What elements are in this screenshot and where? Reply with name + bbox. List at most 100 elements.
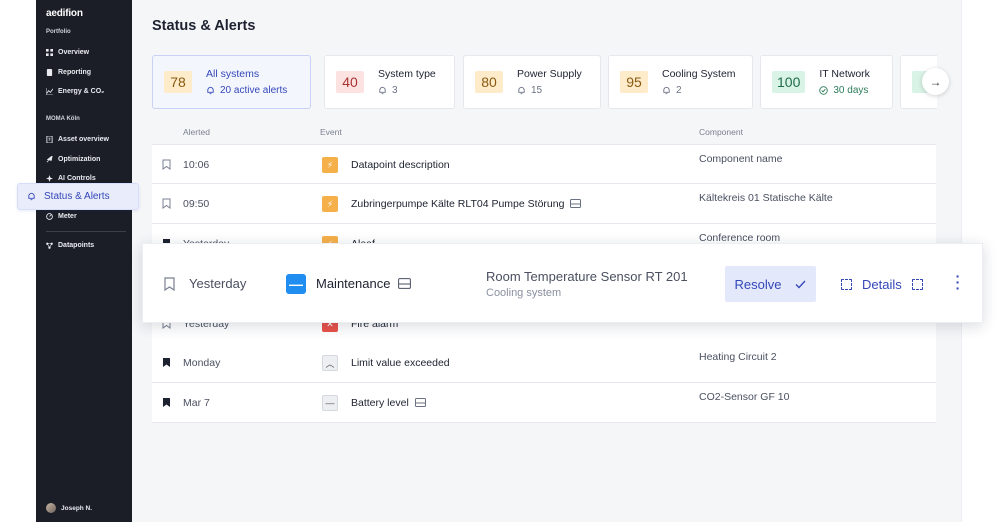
alert-time: 09:50 — [183, 197, 210, 210]
building-icon — [46, 135, 53, 143]
bell-icon — [28, 192, 35, 201]
sidebar-item-label: Overview — [58, 48, 90, 56]
column-header-event[interactable]: Event — [320, 127, 342, 137]
component-system: Cooling system — [486, 287, 562, 299]
arrow-right-icon: → — [929, 74, 942, 89]
sidebar-item-label: Datapoints — [58, 241, 95, 249]
note-icon — [398, 278, 412, 289]
sidebar-item-label: AI Controls — [58, 174, 96, 182]
avatar — [46, 503, 56, 513]
sidebar-item-reporting[interactable]: Reporting — [46, 66, 91, 78]
sidebar-item-label: Meter — [58, 212, 77, 220]
summary-card-power-supply[interactable]: 80 Power Supply 15 — [463, 55, 601, 109]
brand-logo[interactable]: aedifion — [46, 8, 83, 19]
chevron-up-icon: ︿ — [322, 355, 338, 371]
resolve-label: Resolve — [734, 276, 782, 292]
sidebar-item-label: Asset overview — [58, 135, 109, 143]
note-icon — [414, 398, 426, 407]
sidebar-item-label: Status & Alerts — [44, 191, 110, 202]
card-title: System type — [378, 68, 436, 80]
user-name: Joseph N. — [61, 504, 93, 512]
more-options-icon[interactable]: · · · — [955, 269, 961, 295]
bell-icon — [518, 86, 525, 95]
maintenance-icon: — — [286, 274, 306, 294]
scroll-right-button[interactable]: → — [922, 68, 949, 95]
event-name: Datapoint description — [351, 158, 450, 171]
column-header-alerted[interactable]: Alerted — [183, 127, 210, 137]
page-title: Status & Alerts — [152, 18, 256, 34]
event-name: Maintenance — [316, 276, 412, 291]
event-name: Zubringerpumpe Kälte RLT04 Pumpe Störung — [351, 184, 582, 223]
card-sub-text: 30 days — [833, 85, 869, 96]
select-icon — [911, 279, 923, 290]
component-name: Kältekreis 01 Statische Kälte — [699, 191, 833, 204]
sidebar-divider — [46, 231, 126, 232]
table-row[interactable]: Mar 7 — Battery level CO2-Sensor GF 10 — [152, 383, 936, 423]
bell-icon — [207, 86, 214, 95]
summary-card-it-network[interactable]: 100 IT Network 30 days — [760, 55, 893, 109]
count-badge: 95 — [620, 71, 648, 93]
summary-card-system-type[interactable]: 40 System type 3 — [324, 55, 455, 109]
sidebar: aedifion Portfolio Overview Reporting En… — [36, 0, 132, 522]
card-title: Cooling System — [662, 68, 736, 80]
flash-icon: ⚡ — [322, 196, 338, 212]
resolve-button[interactable]: Resolve — [725, 266, 816, 302]
card-sub-text: 20 active alerts — [220, 85, 288, 96]
document-icon — [46, 68, 53, 76]
bookmark-icon[interactable] — [162, 145, 172, 184]
bookmark-icon[interactable] — [164, 277, 175, 291]
network-icon — [46, 242, 53, 249]
count-badge: 78 — [164, 71, 192, 93]
rocket-icon — [46, 155, 53, 162]
count-badge: 40 — [336, 71, 364, 93]
alert-time: Monday — [183, 356, 221, 369]
summary-card-cooling-system[interactable]: 95 Cooling System 2 — [608, 55, 753, 109]
count-badge: 80 — [475, 71, 503, 93]
bookmark-filled-icon[interactable] — [162, 343, 172, 382]
sidebar-item-asset-overview[interactable]: Asset overview — [46, 133, 109, 145]
details-label: Details — [862, 277, 902, 292]
user-menu[interactable]: Joseph N. — [46, 503, 92, 513]
details-button[interactable]: Details — [841, 277, 923, 292]
card-title: Power Supply — [517, 68, 582, 80]
sidebar-item-overview[interactable]: Overview — [46, 46, 89, 58]
bell-icon — [379, 86, 386, 95]
card-title: IT Network — [819, 68, 870, 80]
column-header-component[interactable]: Component — [699, 127, 743, 137]
component-name: CO2-Sensor GF 10 — [699, 390, 790, 403]
component-name: Room Temperature Sensor RT 201 — [486, 269, 688, 284]
card-sub: 20 active alerts — [206, 85, 287, 96]
sidebar-item-status-alerts[interactable]: Status & Alerts — [17, 183, 139, 210]
chart-icon — [46, 87, 53, 95]
event-name: Limit value exceeded — [351, 356, 450, 369]
select-icon — [841, 279, 852, 290]
minus-icon: — — [322, 395, 338, 411]
card-sub: 3 — [378, 85, 436, 96]
sparkle-icon — [46, 174, 53, 182]
sidebar-item-label: Reporting — [58, 68, 92, 76]
table-row[interactable]: Monday ︿ Limit value exceeded Heating Ci… — [152, 343, 936, 383]
flash-icon: ⚡ — [322, 157, 338, 173]
bookmark-filled-icon[interactable] — [162, 383, 172, 422]
card-sub: 2 — [662, 85, 736, 96]
alert-time: 10:06 — [183, 158, 210, 171]
sidebar-item-meter[interactable]: Meter — [46, 210, 77, 222]
alert-time: Yesterday — [189, 276, 247, 291]
sidebar-item-datapoints[interactable]: Datapoints — [46, 239, 94, 251]
component-name: Component name — [699, 152, 783, 165]
sidebar-item-optimization[interactable]: Optimization — [46, 153, 100, 165]
table-row[interactable]: 09:50 ⚡ Zubringerpumpe Kälte RLT04 Pumpe… — [152, 184, 936, 224]
gauge-icon — [46, 212, 53, 220]
group-label-portfolio: Portfolio — [46, 29, 71, 35]
card-title: All systems — [206, 68, 260, 80]
note-icon — [570, 199, 582, 208]
alert-time: Mar 7 — [183, 396, 210, 409]
check-circle-icon — [819, 86, 829, 95]
summary-card-all-systems[interactable]: 78 All systems 20 active alerts — [152, 55, 311, 109]
sidebar-item-energy[interactable]: Energy & CO₂ — [46, 85, 104, 97]
bookmark-icon[interactable] — [162, 184, 172, 223]
component-name: Heating Circuit 2 — [699, 350, 777, 363]
count-badge: 100 — [772, 71, 806, 93]
bell-icon — [663, 86, 670, 95]
expanded-alert-row[interactable]: Yesterday — Maintenance Room Temperature… — [142, 243, 983, 323]
